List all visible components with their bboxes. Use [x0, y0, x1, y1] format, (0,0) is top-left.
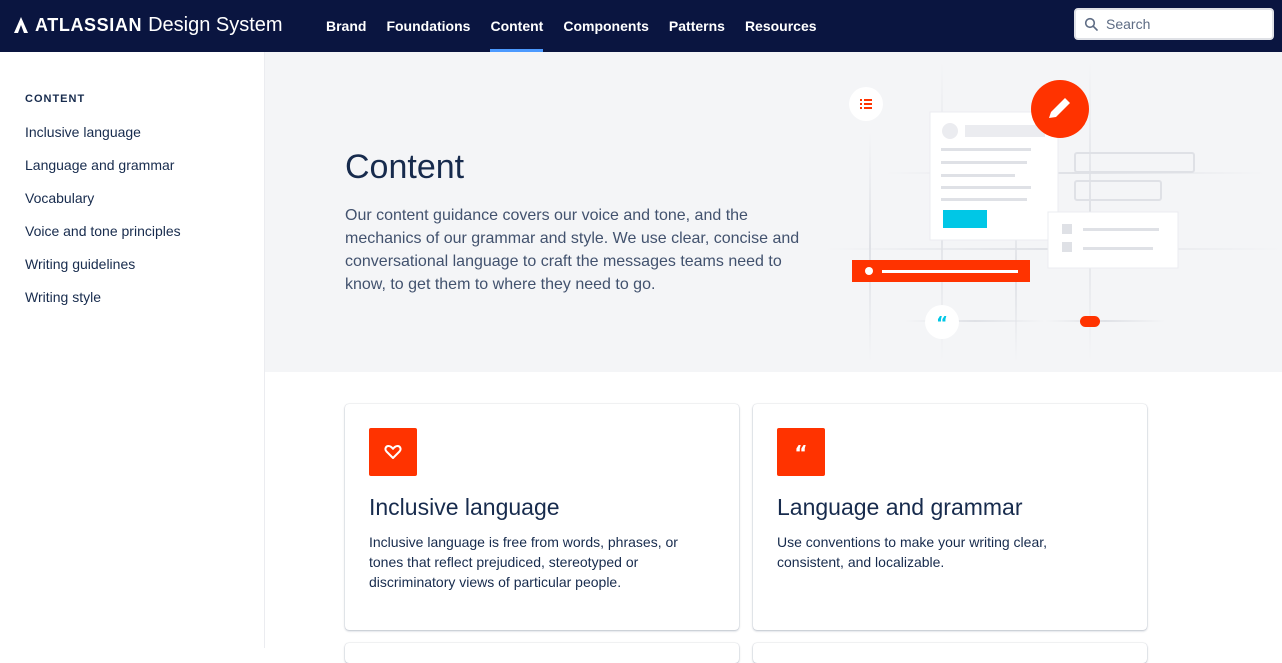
sidebar-item-vocabulary[interactable]: Vocabulary: [25, 188, 181, 221]
page-title: Content: [345, 148, 465, 186]
atlassian-logo-icon: [14, 17, 28, 33]
nav-item-brand[interactable]: Brand: [316, 0, 376, 52]
sidebar-list: Inclusive language Language and grammar …: [25, 122, 181, 320]
search-input[interactable]: [1106, 16, 1256, 32]
hero-banner: Content Our content guidance covers our …: [265, 52, 1282, 372]
card-next-row[interactable]: [753, 643, 1147, 663]
card-title: Inclusive language: [369, 494, 560, 520]
sidebar-item-language-and-grammar[interactable]: Language and grammar: [25, 155, 181, 188]
quote-icon: “: [794, 444, 807, 460]
search-box[interactable]: [1074, 8, 1274, 40]
card-inclusive-language[interactable]: Inclusive language Inclusive language is…: [345, 404, 739, 630]
brand-logo-link[interactable]: ATLASSIAN Design System: [13, 11, 283, 39]
content-illustration: “: [825, 62, 1282, 362]
brand-name: ATLASSIAN: [35, 14, 143, 35]
heart-icon: [384, 445, 402, 459]
nav-item-patterns[interactable]: Patterns: [659, 0, 735, 52]
card-language-and-grammar[interactable]: “ Language and grammar Use conventions t…: [753, 404, 1147, 630]
card-title: Language and grammar: [777, 494, 1023, 520]
nav-item-foundations[interactable]: Foundations: [376, 0, 480, 52]
brand-subtitle: Design System: [148, 13, 283, 36]
sidebar-item-voice-and-tone[interactable]: Voice and tone principles: [25, 221, 181, 254]
sidebar-heading: CONTENT: [25, 93, 86, 105]
nav-item-components[interactable]: Components: [553, 0, 659, 52]
sidebar-item-writing-guidelines[interactable]: Writing guidelines: [25, 254, 181, 287]
svg-text:“: “: [794, 444, 807, 460]
nav-item-resources[interactable]: Resources: [735, 0, 827, 52]
sidebar-item-writing-style[interactable]: Writing style: [25, 287, 181, 320]
sidebar: CONTENT Inclusive language Language and …: [0, 52, 265, 648]
card-description: Use conventions to make your writing cle…: [777, 534, 1048, 570]
main-nav: Brand Foundations Content Components Pat…: [316, 0, 827, 52]
top-navigation: ATLASSIAN Design System Brand Foundation…: [0, 0, 1282, 52]
card-description: Inclusive language is free from words, p…: [369, 534, 678, 590]
page-description: Our content guidance covers our voice an…: [345, 207, 800, 293]
svg-text:“: “: [936, 313, 948, 334]
search-icon: [1084, 17, 1098, 31]
card-next-row[interactable]: [345, 643, 739, 663]
card-icon-tile: “: [777, 428, 825, 476]
nav-item-content[interactable]: Content: [480, 0, 553, 52]
sidebar-item-inclusive-language[interactable]: Inclusive language: [25, 122, 181, 155]
card-icon-tile: [369, 428, 417, 476]
